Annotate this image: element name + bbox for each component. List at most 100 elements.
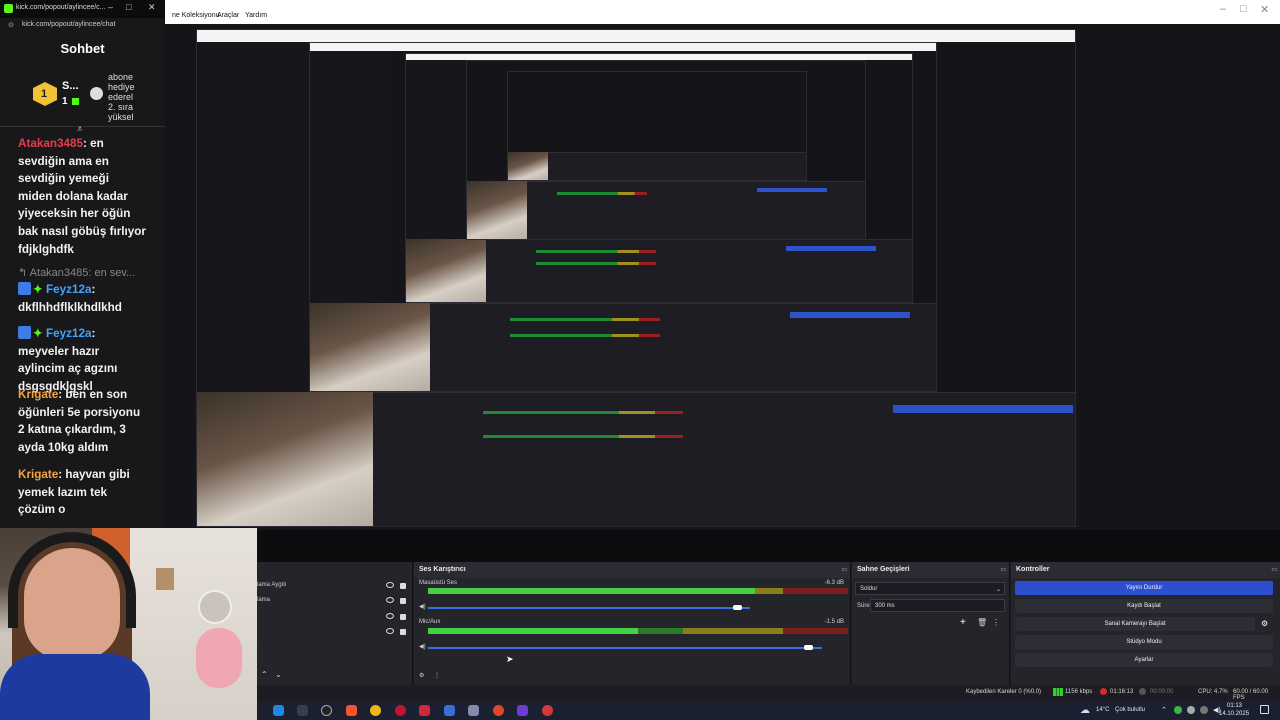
nested-capture-1 [196,29,1076,527]
panel-menu-icon[interactable]: ▭ [841,566,847,573]
channel-name: Mic/Aux [419,619,441,625]
close-icon[interactable]: ✕ [148,2,156,13]
volume-meter [428,628,848,634]
weather-desc[interactable]: Çok bulutlu [1115,707,1145,713]
nested-chat-2 [310,51,390,311]
source-item[interactable]: lama Aygıtı [257,582,287,588]
webcam-feed [0,528,257,720]
chevron-up-icon[interactable]: ⌃ [1161,706,1167,714]
brave-icon[interactable] [346,705,357,716]
signal-bars-icon [1053,688,1063,696]
vivaldi-icon[interactable] [419,705,430,716]
pink-teddy-bear [196,628,242,688]
weather-cloud-icon[interactable]: ☁ [1080,705,1090,716]
tray-app-icon[interactable] [1200,706,1208,714]
virtual-camera-settings-gear-icon[interactable]: ⚙ [1261,619,1268,628]
bitrate: 1156 kbps [1065,689,1093,695]
weather-temp[interactable]: 14°C [1096,707,1109,713]
menu-scene-collection[interactable]: ne Koleksiyonu [172,12,219,19]
speaker-icon[interactable]: ◀) [419,643,426,650]
mixer-menu-icon[interactable]: ⋮ [434,672,440,679]
mouse-cursor-icon: ➤ [506,654,514,664]
visibility-eye-icon[interactable] [386,597,394,603]
move-down-icon[interactable]: ⌄ [275,670,282,679]
panel-menu-icon[interactable]: ▭ [1000,566,1006,573]
volume-slider[interactable] [428,607,750,609]
maximize-icon[interactable]: □ [1240,3,1247,15]
visibility-eye-icon[interactable] [386,582,394,588]
lock-icon[interactable] [400,629,406,635]
sources-panel: lama Aygıtı lama ⌃ ⌄ [257,562,413,685]
app-icon[interactable] [468,705,479,716]
obs-icon[interactable] [321,705,332,716]
source-item[interactable]: lama [257,597,270,603]
visibility-eye-icon[interactable] [386,613,394,619]
opera-icon[interactable] [395,705,406,716]
speaker-icon[interactable]: ◀) [419,603,426,610]
discord-icon[interactable] [517,705,528,716]
minimize-icon[interactable]: – [108,2,113,12]
audio-mixer-panel: Ses Karıştırıcı ▭ Masaüstü Ses -6.3 dB ◀… [414,562,851,685]
chat-window-url: kick.com/popout/aylincee/c... [16,4,106,11]
chat-message: Krigate: ben en son öğünleri 5e porsiyon… [18,388,141,454]
wall-clock [198,590,232,624]
edge-icon[interactable] [273,705,284,716]
volume-slider[interactable] [428,647,822,649]
chat-message: ✦ Feyz12a: meyveler hazır aylincim aç ag… [18,326,118,393]
chat-username: Feyz12a [46,327,92,340]
nested-capture-3 [405,53,913,303]
clock-date[interactable]: 14.10.2025 [1219,711,1249,717]
settings-button[interactable]: Ayarlar [1015,653,1273,667]
verified-badge-icon [18,326,31,339]
chevron-down-icon: ⌄ [995,587,1001,593]
visibility-eye-icon[interactable] [386,628,394,634]
volume-slider-knob[interactable] [733,605,742,610]
explorer-icon[interactable] [444,705,455,716]
snipping-tool-icon[interactable] [297,705,308,716]
mixer-settings-gear-icon[interactable]: ⚙ [419,672,424,679]
tray-app-icon[interactable] [1187,706,1195,714]
notifications-icon[interactable] [1260,705,1269,714]
transition-select[interactable]: Soldur ⌄ [855,582,1005,595]
move-up-icon[interactable]: ⌃ [261,670,268,679]
stop-streaming-button[interactable]: Yayını Durdur [1015,581,1273,595]
lock-icon[interactable] [400,614,406,620]
chat-address-bar[interactable]: ⊙ kick.com/popout/aylincee/chat [0,18,165,32]
volume-slider-knob[interactable] [804,645,813,650]
chat-message: ✦ Feyz12a: dkflhhdflklkhdlkhd [18,282,122,314]
add-icon[interactable]: + [960,617,966,628]
pinned-count: 1 [62,96,68,107]
start-recording-button[interactable]: Kaydı Başlat [1015,599,1273,613]
panel-menu-icon[interactable]: ▭ [1271,566,1277,573]
pinned-user: S... [62,80,79,92]
more-icon[interactable]: ⋮ [992,618,1000,627]
tray-app-icon[interactable] [1174,706,1182,714]
obs-menubar: ne Koleksiyonu Araçlar Yardım – □ ✕ [160,0,1280,24]
rank-2-badge-icon [90,87,103,100]
chrome-icon[interactable] [370,705,381,716]
collapse-chevron-icon[interactable]: ⩡ [77,124,83,135]
media-icon[interactable] [542,705,553,716]
menu-tools[interactable]: Araçlar [217,12,239,19]
obs-preview[interactable] [160,24,1280,530]
maximize-icon[interactable]: □ [126,2,131,12]
recorder-icon[interactable] [493,705,504,716]
start-virtual-camera-button[interactable]: Sanal Kamerayı Başlat [1015,617,1255,631]
minimize-icon[interactable]: – [1220,3,1226,15]
obs-status-bar: Kaybedilen Kareler 0 (%0.0) 1156 kbps 01… [257,685,1280,701]
lock-icon[interactable] [400,598,406,604]
trash-icon[interactable]: 🗑 [977,618,987,627]
menu-help[interactable]: Yardım [245,12,267,19]
clock-time[interactable]: 01:13 [1227,703,1242,709]
studio-mode-button[interactable]: Stüdyo Modu [1015,635,1273,649]
lock-icon[interactable] [400,583,406,589]
close-icon[interactable]: ✕ [1260,3,1269,16]
chat-address-url: kick.com/popout/aylincee/chat [22,21,116,28]
duration-spinbox[interactable]: 300 ms [870,599,1005,612]
sparkle-icon: ✦ [33,283,47,296]
dropped-frames: Kaybedilen Kareler 0 (%0.0) [966,689,1042,695]
chat-username: Feyz12a [46,283,92,296]
nested-dock-1 [373,392,1075,526]
chat-reply-preview[interactable]: ↰ Atakan3485: en sev... [18,265,146,283]
reply-icon: ↰ [18,267,30,279]
